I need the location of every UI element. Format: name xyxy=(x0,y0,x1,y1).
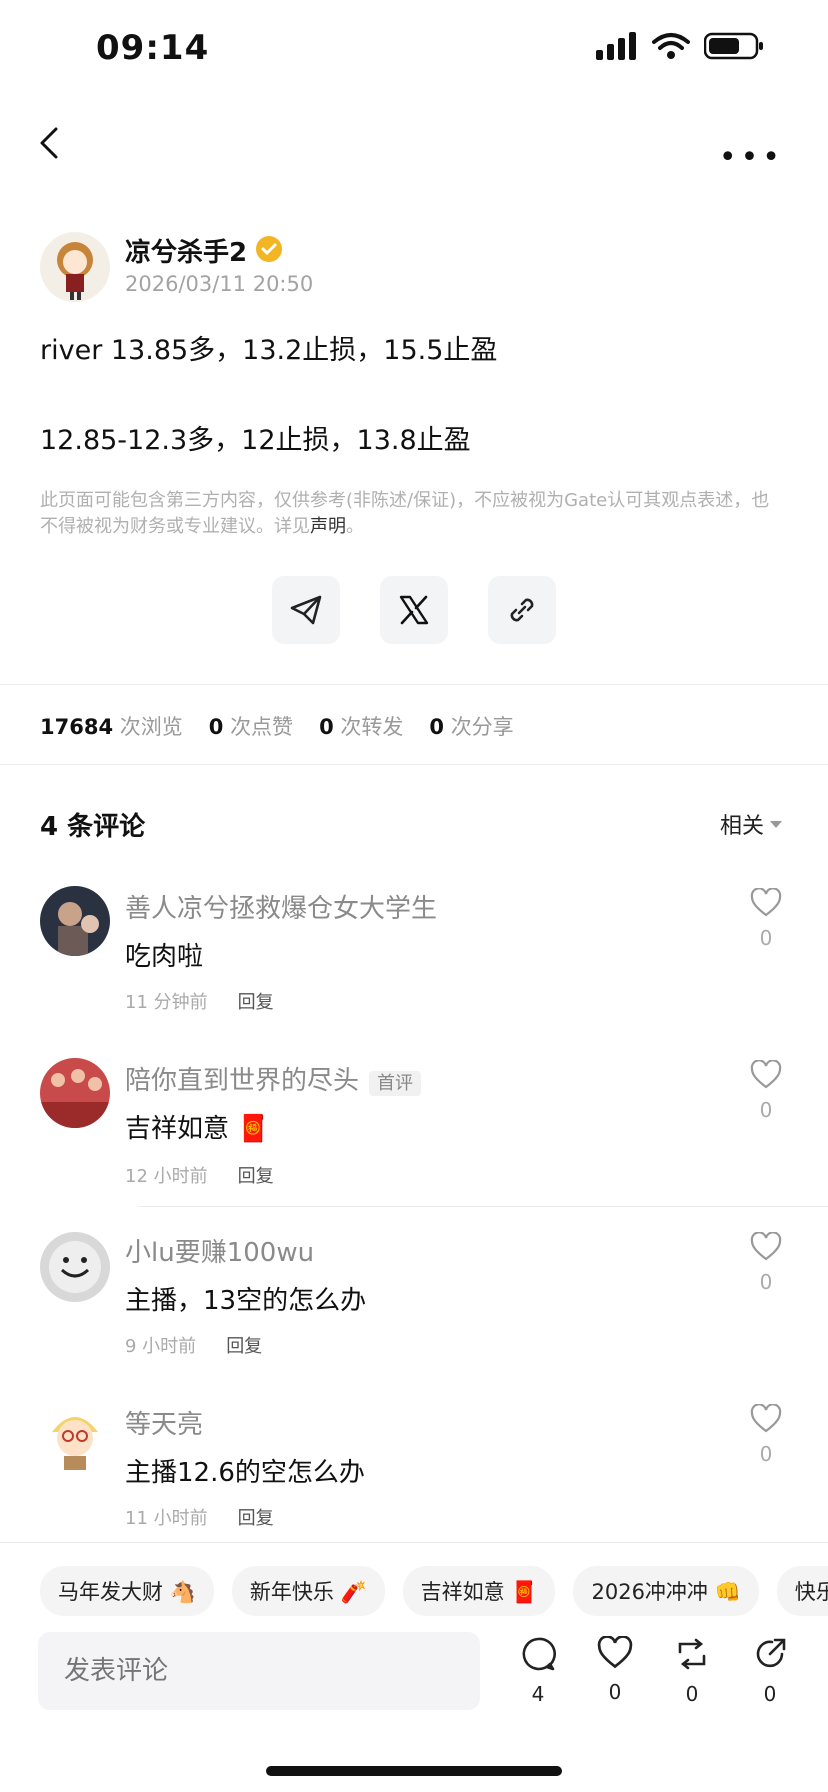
comment-time: 9 小时前 xyxy=(125,1336,197,1357)
post-stats: 17684 次浏览 0 次点赞 0 次转发 0 次分享 xyxy=(40,711,530,741)
comment-action-count: 4 xyxy=(531,1682,545,1706)
comment-action-button[interactable]: 4 xyxy=(518,1636,558,1706)
comment-text: 吃肉啦 xyxy=(125,942,204,972)
like-action-count: 0 xyxy=(608,1680,622,1704)
divider xyxy=(138,1206,828,1207)
caret-down-icon xyxy=(770,820,782,828)
divider xyxy=(0,1542,828,1543)
comment-avatar[interactable] xyxy=(40,886,110,956)
divider xyxy=(0,764,828,765)
comment-avatar[interactable] xyxy=(40,1058,110,1128)
reply-button[interactable]: 回复 xyxy=(238,1162,274,1188)
heart-icon xyxy=(750,887,782,917)
disclaimer-end: 。 xyxy=(346,516,364,537)
comment-like-button[interactable]: 0 xyxy=(746,1059,786,1122)
reposts-count: 0 xyxy=(319,715,334,739)
comment-like-count: 0 xyxy=(759,1098,773,1122)
like-action-button[interactable]: 0 xyxy=(595,1635,635,1704)
likes-count: 0 xyxy=(208,715,224,739)
comment-author-name[interactable]: 小lu要赚100wu xyxy=(125,1232,314,1269)
comment-icon xyxy=(522,1637,556,1671)
share-x-button[interactable] xyxy=(380,576,448,644)
heart-icon xyxy=(750,1231,782,1261)
battery-icon xyxy=(704,32,763,60)
post-text-line-1: river 13.85多，13.2止损，15.5止盈 xyxy=(40,335,498,366)
comment-time: 12 小时前 xyxy=(125,1166,208,1187)
back-icon[interactable] xyxy=(36,126,64,160)
repost-action-count: 0 xyxy=(685,1682,699,1706)
comment-time: 11 小时前 xyxy=(125,1508,208,1529)
comment-meta: 11 小时前 回复 xyxy=(125,1504,274,1530)
author-name[interactable]: 凉兮杀手2 xyxy=(125,232,247,269)
comment-like-count: 0 xyxy=(759,926,773,950)
quick-reply-chip[interactable]: 2026冲冲冲 👊 xyxy=(573,1566,759,1616)
comment-like-count: 0 xyxy=(759,1442,773,1466)
views-count: 17684 xyxy=(40,715,114,739)
reply-button[interactable]: 回复 xyxy=(226,1332,262,1358)
verified-badge-icon xyxy=(256,236,282,262)
disclaimer-link[interactable]: 声明 xyxy=(310,516,346,537)
comment-time: 11 分钟前 xyxy=(125,992,208,1013)
author-avatar[interactable] xyxy=(40,232,110,302)
comment-meta: 11 分钟前 回复 xyxy=(125,988,274,1014)
quick-reply-chip[interactable]: 马年发大财 🐴 xyxy=(40,1566,214,1616)
comments-title: 4 条评论 xyxy=(40,812,146,842)
cellular-signal-icon xyxy=(596,32,636,60)
heart-icon xyxy=(750,1059,782,1089)
comment-author-name[interactable]: 陪你直到世界的尽头 xyxy=(125,1066,359,1096)
post-date: 2026/03/11 20:50 xyxy=(125,272,314,296)
x-icon xyxy=(399,595,429,625)
sort-dropdown[interactable]: 相关 xyxy=(720,808,782,840)
comment-like-button[interactable]: 0 xyxy=(746,1231,786,1294)
comment-avatar[interactable] xyxy=(40,1402,110,1472)
comment-like-count: 0 xyxy=(759,1270,773,1294)
shares-count: 0 xyxy=(429,715,444,739)
reply-button[interactable]: 回复 xyxy=(238,1504,274,1530)
share-telegram-button[interactable] xyxy=(272,576,340,644)
share-action-button[interactable]: 0 xyxy=(750,1636,790,1706)
quick-reply-chips: 马年发大财 🐴 新年快乐 🧨 吉祥如意 🧧 2026冲冲冲 👊 快乐 xyxy=(40,1566,828,1616)
status-icons xyxy=(596,32,764,60)
disclaimer: 此页面可能包含第三方内容，仅供参考(非陈述/保证)，不应被视为Gate认可其观点… xyxy=(40,488,770,540)
quick-reply-chip[interactable]: 吉祥如意 🧧 xyxy=(402,1566,556,1616)
comment-input[interactable] xyxy=(38,1632,480,1710)
comment-author-name[interactable]: 善人凉兮拯救爆仓女大学生 xyxy=(125,888,437,925)
divider xyxy=(0,684,828,685)
share-action-count: 0 xyxy=(763,1682,777,1706)
heart-icon xyxy=(597,1635,633,1669)
quick-reply-chip[interactable]: 快乐 xyxy=(776,1566,828,1616)
comment-author-name-row: 陪你直到世界的尽头 首评 xyxy=(125,1060,422,1097)
repost-action-button[interactable]: 0 xyxy=(672,1636,712,1706)
reposts-label: 次转发 xyxy=(340,715,404,739)
comment-author-name[interactable]: 等天亮 xyxy=(125,1404,203,1441)
comment-meta: 12 小时前 回复 xyxy=(125,1162,274,1188)
comment-avatar[interactable] xyxy=(40,1232,110,1302)
comment-meta: 9 小时前 回复 xyxy=(125,1332,262,1358)
heart-icon xyxy=(750,1403,782,1433)
sort-label: 相关 xyxy=(719,814,764,839)
shares-label: 次分享 xyxy=(450,715,514,739)
telegram-icon xyxy=(290,595,322,625)
more-icon[interactable]: ••• xyxy=(719,140,784,175)
reply-button[interactable]: 回复 xyxy=(238,988,274,1014)
post-text-line-2: 12.85-12.3多，12止损，13.8止盈 xyxy=(40,425,471,456)
copy-link-button[interactable] xyxy=(488,576,556,644)
wifi-icon xyxy=(652,33,690,59)
views-label: 次浏览 xyxy=(119,715,183,739)
share-icon xyxy=(756,1638,786,1668)
quick-reply-chip[interactable]: 新年快乐 🧨 xyxy=(231,1566,385,1616)
likes-label: 次点赞 xyxy=(230,715,294,739)
repost-icon xyxy=(678,1638,706,1670)
home-indicator xyxy=(266,1766,562,1776)
comment-like-button[interactable]: 0 xyxy=(746,1403,786,1466)
comment-text: 吉祥如意 🧧 xyxy=(125,1114,270,1144)
first-comment-badge: 首评 xyxy=(369,1070,422,1096)
disclaimer-text: 此页面可能包含第三方内容，仅供参考(非陈述/保证)，不应被视为Gate认可其观点… xyxy=(40,490,770,537)
comment-text: 主播12.6的空怎么办 xyxy=(125,1458,365,1488)
status-time: 09:14 xyxy=(96,28,210,68)
link-icon xyxy=(510,598,534,622)
comment-text: 主播，13空的怎么办 xyxy=(125,1286,367,1316)
comment-like-button[interactable]: 0 xyxy=(746,887,786,950)
